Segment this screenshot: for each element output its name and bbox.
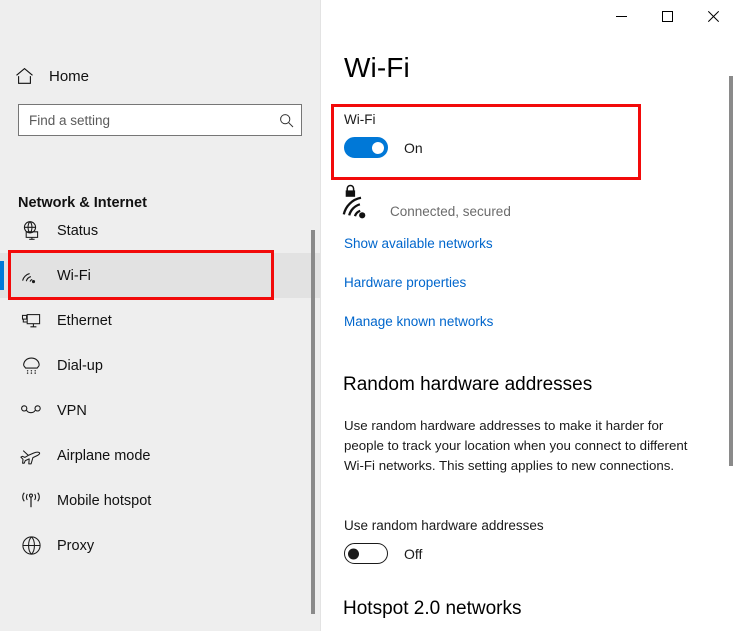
maximize-button[interactable] [644,0,690,32]
show-available-networks-link[interactable]: Show available networks [344,236,493,251]
wifi-secured-icon [342,184,386,222]
main-content: Wi-Fi Wi-Fi On Connected, secured Show a… [320,0,736,631]
search-icon[interactable] [271,105,301,135]
main-scrollbar-thumb[interactable] [729,76,733,466]
random-hw-toggle-knob [348,548,359,559]
random-hw-toggle-block: Use random hardware addresses Off [344,518,544,564]
window-controls [598,0,736,32]
random-hw-toggle-switch[interactable] [344,543,388,564]
connection-status-text: Connected, secured [390,204,511,219]
random-hw-toggle-label: Use random hardware addresses [344,518,544,533]
wifi-toggle-label: Wi-Fi [344,112,376,127]
sidebar-item-status-label: Status [57,222,99,239]
wifi-toggle-row: On [344,137,423,158]
sidebar-content: Home Network & Internet [0,38,320,631]
sidebar-nav-list: Status Wi-Fi Ethernet Dial-up VPN Airpla… [0,208,320,568]
status-globe-icon [18,218,44,244]
mobile-hotspot-icon [18,488,44,514]
wifi-toggle-state: On [404,139,423,156]
content-left-divider [320,0,321,631]
vpn-icon [18,398,44,424]
sidebar: Home Network & Internet [0,0,320,631]
ethernet-icon [18,308,44,334]
sidebar-item-vpn-label: VPN [57,402,87,419]
random-hw-toggle-row: Off [344,543,544,564]
wifi-icon [18,263,44,289]
sidebar-item-airplane-mode[interactable]: Airplane mode [0,433,320,478]
sidebar-item-status[interactable]: Status [0,208,320,253]
sidebar-item-home[interactable]: Home [0,58,300,94]
connection-status-row: Connected, secured [342,184,511,222]
hotspot-networks-heading: Hotspot 2.0 networks [343,598,522,619]
search-box[interactable] [18,104,302,136]
sidebar-item-mobile-hotspot-label: Mobile hotspot [57,492,152,509]
close-icon [707,10,719,22]
close-button[interactable] [690,0,736,32]
airplane-icon [18,443,44,469]
random-hw-toggle-state: Off [404,545,423,562]
sidebar-item-wifi[interactable]: Wi-Fi [0,253,320,298]
minimize-button[interactable] [598,0,644,32]
minimize-icon [615,11,627,22]
sidebar-item-mobile-hotspot[interactable]: Mobile hotspot [0,478,320,523]
home-icon [15,67,41,85]
sidebar-scrollbar-thumb[interactable] [311,230,315,614]
sidebar-item-dialup-label: Dial-up [57,357,103,374]
wifi-toggle-knob [372,141,384,154]
wifi-toggle-switch[interactable] [344,137,388,158]
page-title: Wi-Fi [344,52,410,83]
random-hardware-addresses-description: Use random hardware addresses to make it… [344,418,688,473]
sidebar-item-proxy-label: Proxy [57,537,95,554]
sidebar-item-ethernet[interactable]: Ethernet [0,298,320,343]
sidebar-item-wifi-label: Wi-Fi [57,267,91,284]
sidebar-item-airplane-mode-label: Airplane mode [57,447,151,464]
manage-known-networks-link[interactable]: Manage known networks [344,314,493,329]
dialup-icon [18,353,44,379]
wifi-toggle-block: Wi-Fi On [344,112,423,158]
random-hardware-addresses-heading: Random hardware addresses [343,374,593,395]
sidebar-item-proxy[interactable]: Proxy [0,523,320,568]
maximize-icon [661,10,673,22]
sidebar-item-dialup[interactable]: Dial-up [0,343,320,388]
home-label: Home [49,67,90,85]
proxy-globe-icon [18,533,44,559]
settings-window: Settings [0,0,736,631]
hardware-properties-link[interactable]: Hardware properties [344,275,466,290]
sidebar-item-vpn[interactable]: VPN [0,388,320,433]
sidebar-item-ethernet-label: Ethernet [57,312,112,329]
search-input[interactable] [19,105,271,135]
